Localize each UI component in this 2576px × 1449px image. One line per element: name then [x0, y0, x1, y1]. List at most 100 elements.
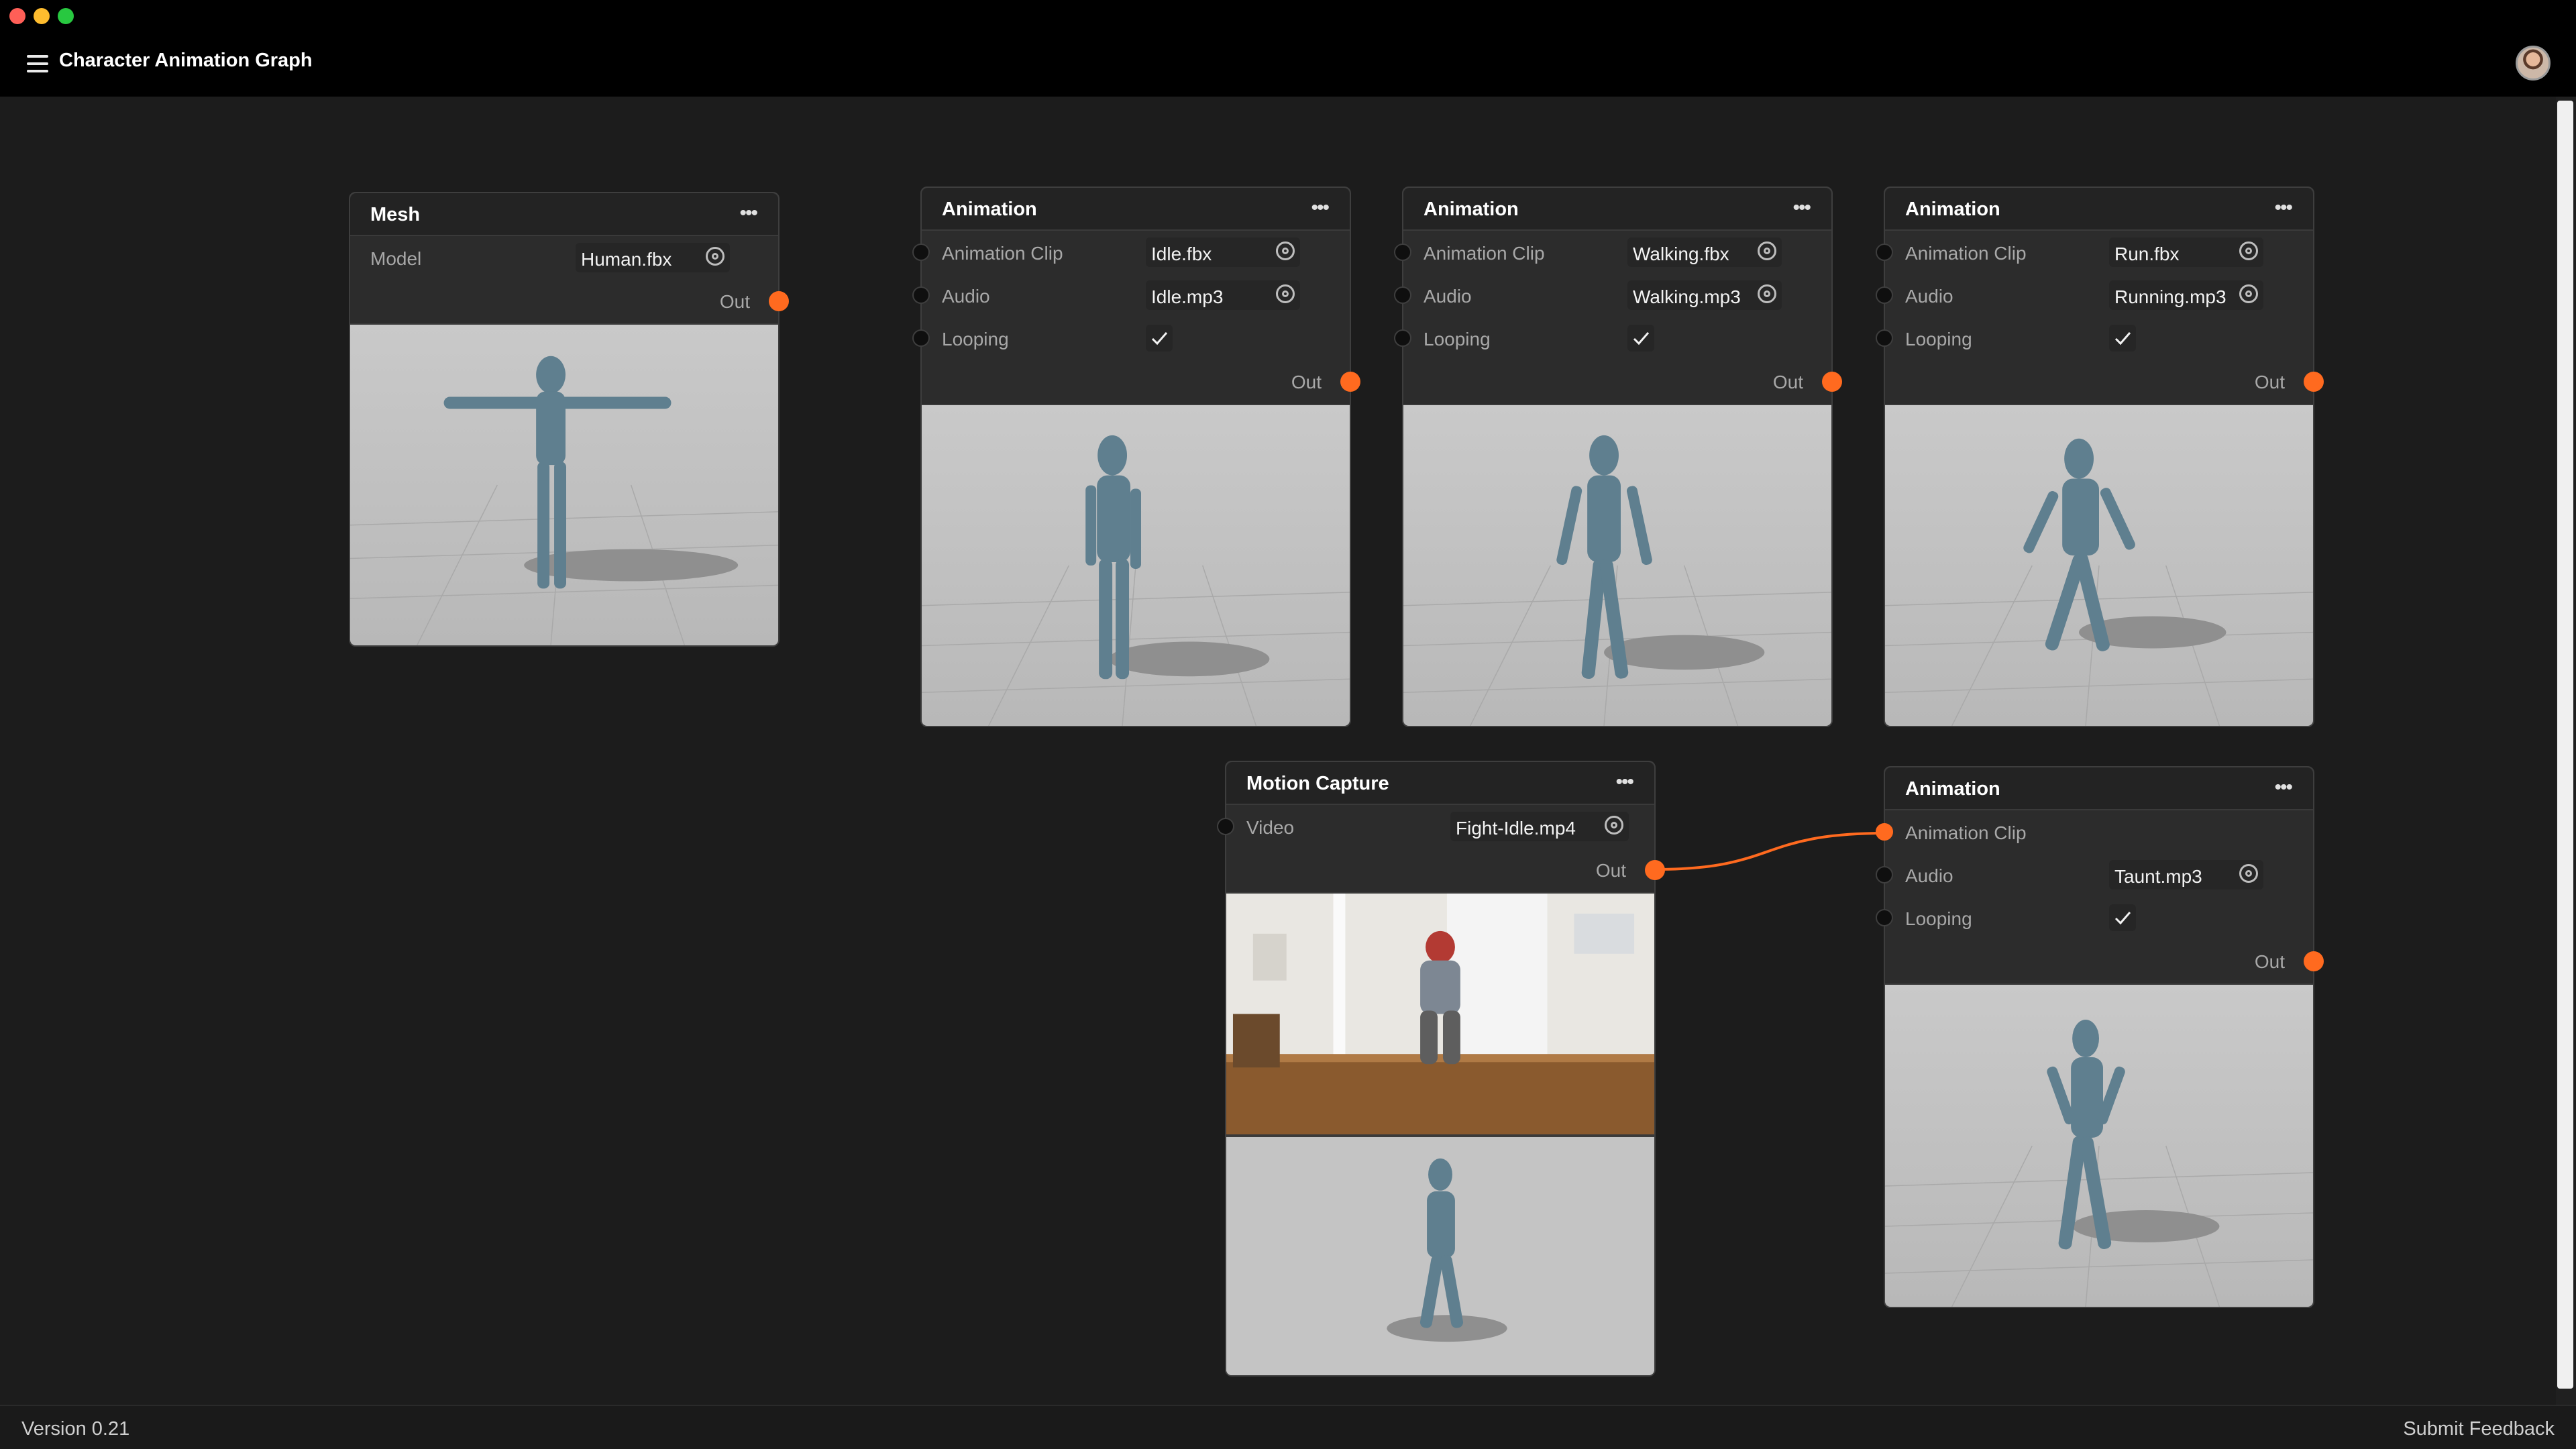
model-value: Human.fbx: [581, 249, 672, 270]
mesh-preview: [350, 323, 778, 645]
target-icon[interactable]: [1758, 284, 1776, 303]
more-icon[interactable]: •••: [1311, 198, 1329, 218]
input-port-connected[interactable]: [1876, 823, 1893, 841]
out-label: Out: [2254, 372, 2285, 392]
target-icon[interactable]: [1276, 241, 1295, 260]
figure-walking-image: [1403, 435, 1831, 726]
looping-label: Looping: [1905, 908, 1972, 929]
output-port[interactable]: [1645, 860, 1665, 880]
node-title: Animation: [942, 199, 1037, 220]
figure-tpose-image: [350, 356, 778, 645]
scrollbar-thumb[interactable]: [2557, 101, 2573, 1389]
out-label: Out: [2254, 951, 2285, 972]
node-header[interactable]: Motion Capture •••: [1226, 762, 1654, 805]
animation-node-idle[interactable]: Animation ••• Animation Clip Idle.fbx Au…: [912, 186, 1360, 727]
output-port[interactable]: [2304, 951, 2324, 971]
more-icon[interactable]: •••: [2274, 777, 2292, 798]
clip-row: Animation Clip Idle.fbx: [912, 231, 1350, 274]
more-icon[interactable]: •••: [1615, 772, 1633, 792]
clip-label: Animation Clip: [942, 243, 1063, 264]
submit-feedback-link[interactable]: Submit Feedback: [2403, 1418, 2555, 1440]
target-icon[interactable]: [2239, 864, 2258, 883]
audio-field[interactable]: Taunt.mp3: [2109, 860, 2263, 890]
more-icon[interactable]: •••: [1792, 198, 1811, 218]
target-icon[interactable]: [706, 247, 724, 266]
avatar[interactable]: [2516, 46, 2551, 80]
target-icon[interactable]: [1758, 241, 1776, 260]
audio-label: Audio: [1905, 865, 1953, 886]
input-port[interactable]: [1394, 329, 1411, 347]
clip-row: Animation Clip: [1876, 810, 2313, 853]
out-label: Out: [1291, 372, 1322, 392]
out-label: Out: [1595, 860, 1626, 881]
motion-capture-node[interactable]: Motion Capture ••• Video Fight-Idle.mp4 …: [1217, 761, 1665, 1377]
clip-label: Animation Clip: [1905, 243, 2027, 264]
input-port[interactable]: [1876, 866, 1893, 883]
input-port[interactable]: [1217, 818, 1234, 835]
video-value: Fight-Idle.mp4: [1456, 818, 1576, 839]
minimize-window-button[interactable]: [34, 8, 50, 24]
audio-row: Audio Taunt.mp3: [1876, 853, 2313, 896]
node-header[interactable]: Animation •••: [1885, 767, 2313, 810]
maximize-window-button[interactable]: [58, 8, 74, 24]
more-icon[interactable]: •••: [739, 203, 757, 223]
audio-field[interactable]: Walking.mp3: [1627, 280, 1782, 310]
more-icon[interactable]: •••: [2274, 198, 2292, 218]
input-port[interactable]: [1394, 244, 1411, 261]
menu-icon[interactable]: [27, 55, 48, 72]
node-title: Animation: [1905, 199, 2000, 220]
output-port[interactable]: [1822, 372, 1842, 392]
target-icon[interactable]: [2239, 284, 2258, 303]
animation-node-run[interactable]: Animation ••• Animation Clip Run.fbx Aud…: [1876, 186, 2324, 727]
out-label: Out: [719, 291, 750, 312]
figure-running-image: [1885, 438, 2313, 726]
video-field[interactable]: Fight-Idle.mp4: [1450, 812, 1629, 841]
audio-field[interactable]: Idle.mp3: [1146, 280, 1300, 310]
target-icon[interactable]: [2239, 241, 2258, 260]
clip-field[interactable]: Run.fbx: [2109, 237, 2263, 267]
audio-label: Audio: [1424, 286, 1472, 307]
input-port[interactable]: [912, 329, 930, 347]
output-port[interactable]: [769, 291, 789, 311]
animation-node-taunt[interactable]: Animation ••• Animation Clip Audio Taunt…: [1876, 766, 2324, 1308]
output-port[interactable]: [1340, 372, 1360, 392]
version-label: Version 0.21: [21, 1418, 130, 1440]
status-bar: Version 0.21 Submit Feedback: [0, 1405, 2576, 1449]
input-port[interactable]: [1876, 244, 1893, 261]
node-title: Animation: [1905, 778, 2000, 800]
check-icon[interactable]: [1627, 325, 1654, 352]
audio-label: Audio: [1905, 286, 1953, 307]
close-window-button[interactable]: [9, 8, 25, 24]
node-header[interactable]: Mesh •••: [350, 193, 778, 236]
model-field[interactable]: Human.fbx: [576, 243, 730, 272]
node-header[interactable]: Animation •••: [1403, 188, 1831, 231]
output-port[interactable]: [2304, 372, 2324, 392]
input-port[interactable]: [1876, 909, 1893, 926]
clip-field[interactable]: Walking.fbx: [1627, 237, 1782, 267]
node-header[interactable]: Animation •••: [1885, 188, 2313, 231]
audio-field[interactable]: Running.mp3: [2109, 280, 2263, 310]
check-icon[interactable]: [1146, 325, 1173, 352]
looping-row: Looping: [1876, 896, 2313, 939]
node-header[interactable]: Animation •••: [922, 188, 1350, 231]
input-port[interactable]: [1876, 329, 1893, 347]
animation-preview: [922, 404, 1350, 726]
clip-row: Animation Clip Walking.fbx: [1394, 231, 1831, 274]
input-port[interactable]: [1394, 286, 1411, 304]
input-port[interactable]: [912, 286, 930, 304]
audio-value: Taunt.mp3: [2114, 866, 2202, 887]
check-icon[interactable]: [2109, 325, 2136, 352]
out-label: Out: [1772, 372, 1803, 392]
check-icon[interactable]: [2109, 904, 2136, 931]
animation-node-walking[interactable]: Animation ••• Animation Clip Walking.fbx…: [1394, 186, 1842, 727]
input-port[interactable]: [1876, 286, 1893, 304]
animation-preview: [1403, 404, 1831, 726]
mesh-node[interactable]: Mesh ••• Model Human.fbx Out: [349, 192, 789, 647]
clip-field[interactable]: Idle.fbx: [1146, 237, 1300, 267]
out-row: Out: [1403, 360, 1842, 402]
target-icon[interactable]: [1605, 816, 1623, 835]
target-icon[interactable]: [1276, 284, 1295, 303]
input-port[interactable]: [912, 244, 930, 261]
looping-label: Looping: [1424, 329, 1491, 350]
out-row: Out: [350, 279, 789, 322]
